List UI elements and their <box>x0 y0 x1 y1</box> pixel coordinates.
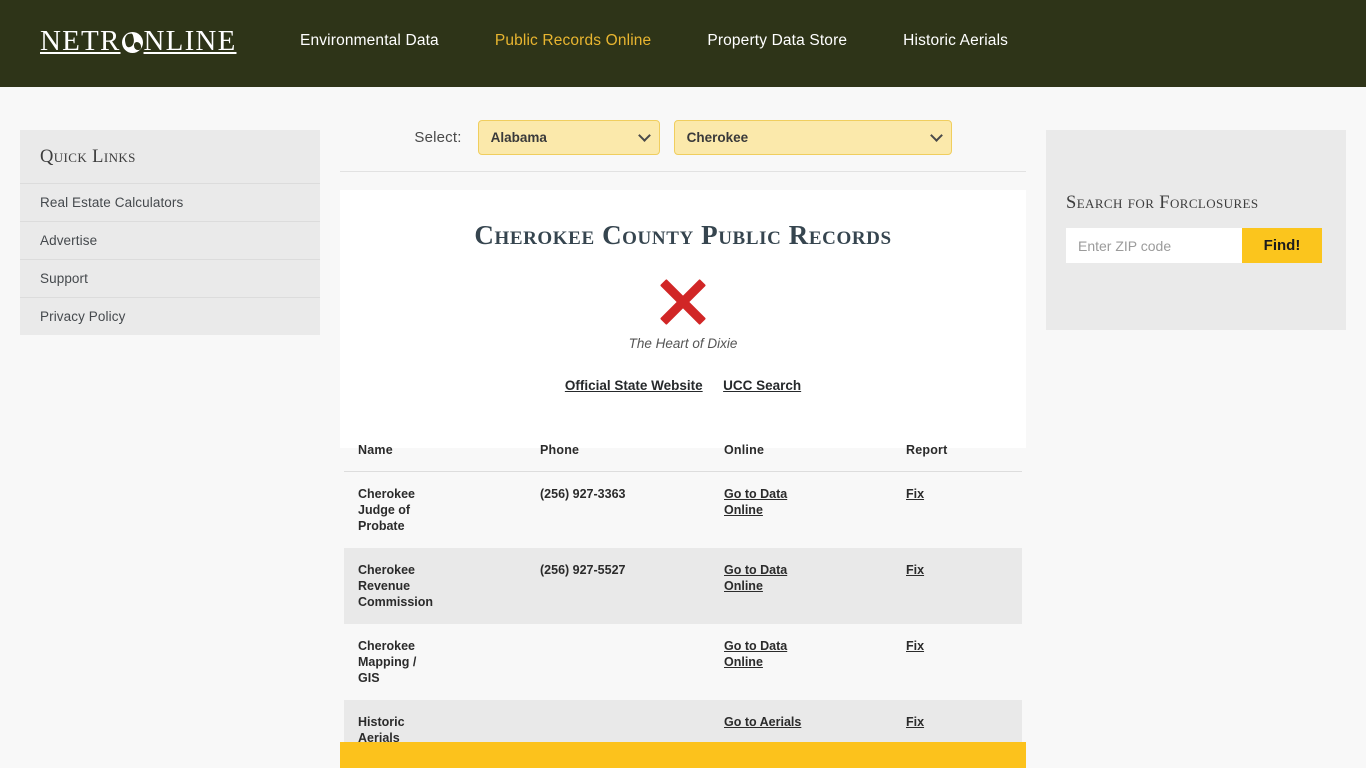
county-select-wrapper: Cherokee <box>673 120 952 155</box>
official-state-website-link[interactable]: Official State Website <box>565 378 703 393</box>
cell-name: Cherokee Mapping / GIS <box>344 624 526 700</box>
sidebar-item-real-estate-calculators[interactable]: Real Estate Calculators <box>20 183 320 221</box>
state-seal-container: The Heart of Dixie <box>340 279 1026 351</box>
county-select[interactable]: Cherokee <box>673 120 952 155</box>
location-selector-bar: Select: Alabama Cherokee <box>340 104 1026 172</box>
cell-name: Cherokee Revenue Commission <box>344 548 526 624</box>
nav-item-public-records-online[interactable]: Public Records Online <box>495 32 652 50</box>
nav-item-historic-aerials[interactable]: Historic Aerials <box>903 32 1008 50</box>
sidebar-item-advertise[interactable]: Advertise <box>20 221 320 259</box>
go-to-data-online-link[interactable]: Go to Data Online <box>724 486 804 518</box>
cell-report: Fix <box>892 472 1022 549</box>
quick-links-sidebar: Quick Links Real Estate Calculators Adve… <box>20 130 320 335</box>
go-to-aerials-link[interactable]: Go to Aerials <box>724 715 801 729</box>
cell-name: Cherokee Judge of Probate <box>344 472 526 549</box>
cell-online: Go to Data Online <box>710 624 892 700</box>
broken-image-x-icon <box>660 279 706 325</box>
logo-text-suffix: NLINE <box>143 25 237 57</box>
cell-name-text: Cherokee Mapping / GIS <box>358 639 417 685</box>
cell-name-text: Cherokee Judge of Probate <box>358 487 415 533</box>
zip-code-input[interactable] <box>1066 228 1242 263</box>
footer-yellow-bar <box>340 742 1026 768</box>
panel-links: Official State Website UCC Search <box>340 377 1026 395</box>
cell-online: Go to Data Online <box>710 472 892 549</box>
nav-item-environmental-data[interactable]: Environmental Data <box>300 32 439 50</box>
records-table: Name Phone Online Report Cherokee Judge … <box>344 437 1022 760</box>
column-header-report: Report <box>892 437 1022 472</box>
column-header-name: Name <box>344 437 526 472</box>
table-row: Cherokee Revenue Commission (256) 927-55… <box>344 548 1022 624</box>
cell-online: Go to Data Online <box>710 548 892 624</box>
cell-phone <box>526 624 710 700</box>
column-header-online: Online <box>710 437 892 472</box>
go-to-data-online-link[interactable]: Go to Data Online <box>724 638 804 670</box>
cell-phone: (256) 927-5527 <box>540 563 626 577</box>
nav-item-property-data-store[interactable]: Property Data Store <box>707 32 847 50</box>
fix-link[interactable]: Fix <box>906 715 924 729</box>
foreclosure-search-sidebar: Search for Forclosures Find! <box>1046 130 1346 330</box>
cell-report: Fix <box>892 624 1022 700</box>
cell-phone: (256) 927-3363 <box>540 487 626 501</box>
foreclosure-search-form: Find! <box>1066 228 1346 263</box>
find-button[interactable]: Find! <box>1242 228 1322 263</box>
records-table-head: Name Phone Online Report <box>344 437 1022 472</box>
fix-link[interactable]: Fix <box>906 639 924 653</box>
ucc-search-link[interactable]: UCC Search <box>723 378 801 393</box>
page-title: Cherokee County Public Records <box>474 220 892 251</box>
globe-icon <box>121 32 143 53</box>
quick-links-title: Quick Links <box>40 147 136 167</box>
state-select[interactable]: Alabama <box>477 120 660 155</box>
fix-link[interactable]: Fix <box>906 487 924 501</box>
main-nav: Environmental Data Public Records Online… <box>300 32 1008 50</box>
table-header-row: Name Phone Online Report <box>344 437 1022 472</box>
main-content: Select: Alabama Cherokee Cherokee County… <box>340 104 1026 449</box>
sidebar-item-support[interactable]: Support <box>20 259 320 297</box>
site-logo[interactable]: NETR NLINE <box>40 27 237 56</box>
cell-name-text: Cherokee Revenue Commission <box>358 563 434 609</box>
column-header-phone: Phone <box>526 437 710 472</box>
select-label: Select: <box>414 129 462 146</box>
cell-report: Fix <box>892 548 1022 624</box>
logo-text-prefix: NETR <box>40 25 121 57</box>
table-row: Cherokee Mapping / GIS Go to Data Online… <box>344 624 1022 700</box>
go-to-data-online-link[interactable]: Go to Data Online <box>724 562 804 594</box>
state-seal-alt-text: The Heart of Dixie <box>628 336 738 352</box>
sidebar-item-privacy-policy[interactable]: Privacy Policy <box>20 297 320 335</box>
table-row: Cherokee Judge of Probate (256) 927-3363… <box>344 472 1022 549</box>
records-table-wrapper: Name Phone Online Report Cherokee Judge … <box>344 437 1022 760</box>
site-header: NETR NLINE Environmental Data Public Reco… <box>0 0 1366 87</box>
fix-link[interactable]: Fix <box>906 563 924 577</box>
records-table-body: Cherokee Judge of Probate (256) 927-3363… <box>344 472 1022 760</box>
state-select-wrapper: Alabama <box>477 120 660 155</box>
county-panel: Cherokee County Public Records The Heart… <box>340 190 1026 449</box>
foreclosure-search-title: Search for Forclosures <box>1066 193 1259 213</box>
